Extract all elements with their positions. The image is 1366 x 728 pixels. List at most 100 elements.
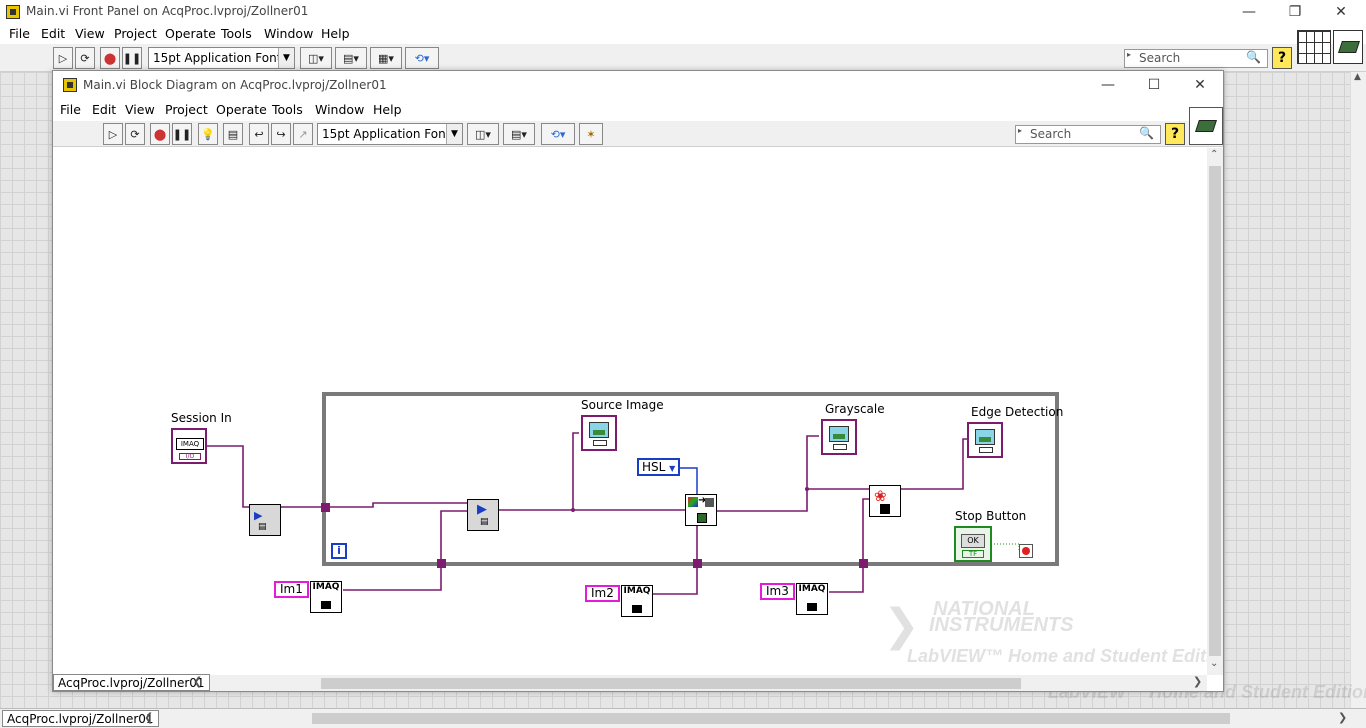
fp-connector-pane-icon[interactable] <box>1297 30 1331 64</box>
im1-string-constant[interactable]: Im1 <box>274 581 309 598</box>
bd-hscroll-right-icon[interactable]: ❯ <box>1193 675 1202 688</box>
fp-menu-tools[interactable]: Tools <box>221 26 252 41</box>
fp-align-objects-button[interactable]: ◫▾ <box>300 47 332 69</box>
grayscale-indicator[interactable] <box>821 419 857 455</box>
loop-tunnel-im1[interactable] <box>437 559 446 568</box>
fp-distribute-objects-button[interactable]: ▤▾ <box>335 47 367 69</box>
fp-run-continuously-button[interactable]: ⟳ <box>75 47 95 69</box>
bd-step-over-button[interactable]: ↪ <box>271 123 291 145</box>
session-in-control[interactable]: IMAQ I/O <box>171 428 207 464</box>
bd-step-into-button[interactable]: ↩ <box>249 123 269 145</box>
fp-search-input[interactable]: ▸ Search 🔍 <box>1124 49 1268 68</box>
loop-iteration-terminal[interactable]: i <box>331 543 347 559</box>
fp-vi-icon[interactable] <box>1333 30 1363 64</box>
loop-tunnel-im2[interactable] <box>693 559 702 568</box>
im3-string-constant[interactable]: Im3 <box>760 583 795 600</box>
fp-hscroll-left-icon[interactable]: ❮ <box>144 711 153 724</box>
imaq-edge-detection-node[interactable]: ❀ <box>869 485 901 517</box>
imaq-configure-grab-node[interactable]: ▶ ▤ <box>249 504 281 536</box>
fp-horizontal-scrollbar[interactable] <box>312 713 1230 724</box>
loop-tunnel-session[interactable] <box>321 503 330 512</box>
bd-align-objects-button[interactable]: ◫▾ <box>467 123 499 145</box>
bd-context-help-button[interactable]: ? <box>1165 123 1185 145</box>
bd-menu-tools[interactable]: Tools <box>272 102 303 117</box>
im2-wire <box>653 568 698 595</box>
fp-close-button[interactable]: ✕ <box>1318 0 1364 24</box>
im1-wire <box>343 567 442 591</box>
ni-eagle-icon: ❯ <box>883 600 920 651</box>
fp-menu-operate[interactable]: Operate <box>165 26 216 41</box>
imaq-extract-color-plane-node[interactable]: ➜ <box>685 494 717 526</box>
bd-abort-button[interactable]: ⬤ <box>150 123 170 145</box>
bd-clean-up-diagram-button[interactable]: ✶ <box>579 123 603 145</box>
fp-restore-button[interactable]: ❐ <box>1272 0 1318 24</box>
bd-horizontal-scrollbar[interactable]: AcqProc.lvproj/Zollner01 ❮ ❯ <box>53 674 1207 691</box>
fp-menu-file[interactable]: File <box>9 26 30 41</box>
fp-abort-button[interactable]: ⬤ <box>100 47 120 69</box>
bd-menu-view[interactable]: View <box>125 102 155 117</box>
bd-menu-help[interactable]: Help <box>373 102 402 117</box>
fp-reorder-button[interactable]: ⟲▾ <box>405 47 439 69</box>
fp-font-selector[interactable]: 15pt Application Font ▼ <box>148 47 295 69</box>
bd-reorder-button[interactable]: ⟲▾ <box>541 123 575 145</box>
bd-distribute-objects-button[interactable]: ▤▾ <box>503 123 535 145</box>
fp-pause-button[interactable]: ❚❚ <box>122 47 142 69</box>
bd-run-button[interactable]: ▷ <box>103 123 123 145</box>
grayscale-wire <box>717 435 819 512</box>
fp-vertical-scrollbar[interactable]: ▲ <box>1350 72 1366 708</box>
source-image-indicator[interactable] <box>581 415 617 451</box>
stop-button-tf-text: TF <box>968 550 978 558</box>
fp-context-help-button[interactable]: ? <box>1272 47 1292 69</box>
stop-button-control[interactable]: OK TF <box>954 526 992 562</box>
edge-detection-indicator[interactable] <box>967 422 1003 458</box>
bd-hscroll-thumb[interactable] <box>321 678 1021 689</box>
fp-menu-project[interactable]: Project <box>114 26 157 41</box>
hsl-wire <box>678 467 698 494</box>
fp-hscroll-right-icon[interactable]: ❯ <box>1338 711 1347 724</box>
image-display-foot-icon <box>833 444 847 450</box>
hsl-enum-constant[interactable]: HSL ▼ <box>637 458 681 476</box>
bd-menu-window[interactable]: Window <box>315 102 364 117</box>
front-panel-title: Main.vi Front Panel on AcqProc.lvproj/Zo… <box>26 4 309 18</box>
imaq-grab-node[interactable]: ▶ ▤ <box>467 499 499 531</box>
bd-pause-button[interactable]: ❚❚ <box>172 123 192 145</box>
fp-run-button[interactable]: ▷ <box>53 47 73 69</box>
bd-close-button[interactable]: ✕ <box>1177 73 1223 97</box>
imaq-create-im1-node[interactable]: IMAQ <box>310 581 342 613</box>
bd-maximize-button[interactable]: ☐ <box>1131 73 1177 97</box>
block-diagram-canvas[interactable]: i Session In IMAQ I/O ▶ ▤ ▶ ▤ Source Ima… <box>53 148 1207 675</box>
bd-minimize-button[interactable]: — <box>1085 73 1131 97</box>
fp-menu-view[interactable]: View <box>75 26 105 41</box>
bd-menu-edit[interactable]: Edit <box>92 102 116 117</box>
imaq-create-im3-node[interactable]: IMAQ <box>796 583 828 615</box>
scroll-down-arrow-icon[interactable]: ⌄ <box>1210 658 1218 669</box>
bd-run-continuously-button[interactable]: ⟳ <box>125 123 145 145</box>
loop-conditional-terminal[interactable] <box>1019 544 1033 558</box>
bd-search-input[interactable]: ▸ Search 🔍 <box>1015 125 1161 144</box>
bd-retain-wire-values-button[interactable]: ▤ <box>223 123 243 145</box>
bd-hscroll-left-icon[interactable]: ❮ <box>193 675 202 688</box>
bd-vertical-scrollbar[interactable]: ⌃ ⌄ <box>1207 148 1223 675</box>
block-diagram-titlebar: Main.vi Block Diagram on AcqProc.lvproj/… <box>53 71 1223 99</box>
fp-minimize-button[interactable]: — <box>1226 0 1272 24</box>
im2-string-constant[interactable]: Im2 <box>585 585 620 602</box>
bd-highlight-execution-button[interactable]: 💡 <box>198 123 218 145</box>
fp-resize-objects-button[interactable]: ▦▾ <box>370 47 402 69</box>
fp-menu-help[interactable]: Help <box>321 26 350 41</box>
bd-font-selector[interactable]: 15pt Application Font ▼ <box>317 123 463 145</box>
imaq-create-im2-node[interactable]: IMAQ <box>621 585 653 617</box>
bd-menu-file[interactable]: File <box>60 102 81 117</box>
bd-vi-icon[interactable] <box>1189 107 1223 145</box>
fp-menu-edit[interactable]: Edit <box>41 26 65 41</box>
bd-vscroll-thumb[interactable] <box>1209 166 1221 656</box>
scroll-up-arrow-icon[interactable]: ▲ <box>1354 72 1361 82</box>
edge-filter-icon: ❀ <box>874 487 887 505</box>
chevron-down-icon: ▼ <box>446 124 462 144</box>
camera-icon: ▶ <box>254 509 263 522</box>
scroll-up-arrow-icon[interactable]: ⌃ <box>1210 149 1218 160</box>
bd-step-out-button[interactable]: ↗ <box>293 123 313 145</box>
bd-menu-operate[interactable]: Operate <box>216 102 267 117</box>
fp-menu-window[interactable]: Window <box>264 26 313 41</box>
loop-tunnel-im3[interactable] <box>859 559 868 568</box>
bd-menu-project[interactable]: Project <box>165 102 208 117</box>
